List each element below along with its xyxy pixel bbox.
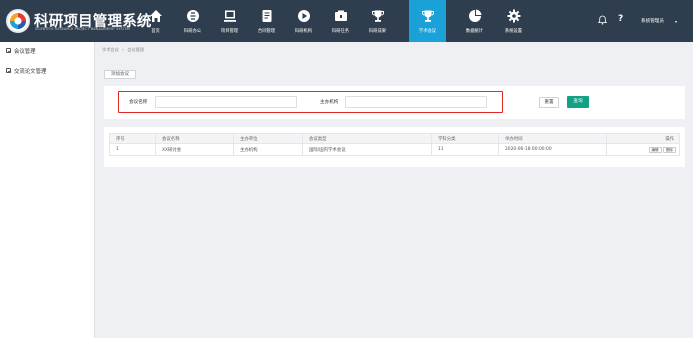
sidebar-item-label: 交流论文管理 (14, 68, 47, 75)
cell-meeting-name: XX研讨会 (155, 143, 234, 156)
academic-trophy-icon (421, 10, 434, 22)
help-icon[interactable]: ? (618, 14, 623, 24)
checkbox-icon (6, 68, 11, 73)
nav-item-academic[interactable]: 学术会议 (409, 0, 446, 42)
sidebar: 会议管理 交流论文管理 (0, 42, 95, 338)
sidebar-item-meeting-management[interactable]: 会议管理 (6, 46, 36, 55)
bell-icon[interactable] (598, 15, 607, 25)
nav-label: 系统设置 (504, 29, 523, 34)
edit-button[interactable]: 编辑 (648, 146, 662, 153)
nav-label: 学术会议 (418, 29, 437, 34)
nav-item-achievement[interactable]: 科研成果 (359, 0, 396, 42)
sidebar-item-label: 会议管理 (14, 48, 36, 55)
home-icon (149, 10, 162, 22)
project-icon (223, 10, 236, 22)
host-org-input[interactable] (345, 96, 487, 108)
nav-item-settings[interactable]: 系统设置 (495, 0, 532, 42)
column-header: 操作 (606, 133, 680, 144)
delete-button[interactable]: 删除 (663, 146, 676, 153)
trophy-icon (371, 10, 384, 22)
pie-chart-icon (468, 9, 481, 22)
column-header: 序号 (109, 133, 156, 144)
host-org-label: 主办机构 (320, 100, 339, 105)
reset-button[interactable]: 重置 (539, 97, 559, 108)
gear-icon (507, 9, 520, 23)
cell-time: 2020-06-18 00:00:00 (498, 143, 607, 156)
institution-icon (297, 10, 310, 22)
cell-index: 1 (109, 143, 156, 156)
table-header-row: 序号 会议名称 主办单位 会议类型 学科分类 举办时间 操作 (109, 133, 680, 144)
nav-item-office[interactable]: 科研办公 (174, 0, 211, 42)
nav-label: 合同管理 (257, 29, 276, 34)
sidebar-item-paper-management[interactable]: 交流论文管理 (6, 66, 46, 75)
top-navbar: 科研项目管理系统 SCIENTIFIC RESEARCH PROJECT MAN… (0, 0, 693, 42)
meeting-name-input[interactable] (155, 96, 297, 108)
nav-item-contract[interactable]: 合同管理 (248, 0, 285, 42)
nav-label: 首页 (151, 29, 160, 34)
nav-label: 数据统计 (465, 29, 484, 34)
cell-type: 国际/国内学术会议 (302, 143, 432, 156)
cell-subject: 11 (431, 143, 499, 156)
nav-label: 项目管理 (220, 29, 239, 34)
column-header: 主办单位 (233, 133, 303, 144)
breadcrumb: 学术会议» 会议管理 (102, 47, 144, 53)
user-menu[interactable]: 系统管理员 (641, 18, 664, 24)
chevron-down-icon[interactable]: ▾ (675, 19, 677, 24)
nav-label: 科研机构 (294, 29, 313, 34)
cell-actions: 编辑 删除 (606, 143, 680, 156)
column-header: 会议类型 (302, 133, 432, 144)
logo-icon (6, 9, 30, 33)
column-header: 学科分类 (431, 133, 499, 144)
task-icon (334, 10, 347, 21)
add-meeting-button[interactable]: 添加会议 (104, 70, 136, 79)
nav-label: 科研成果 (368, 29, 387, 34)
app-subtitle: SCIENTIFIC RESEARCH PROJECT MANAGEMENT S… (35, 27, 130, 31)
nav-item-statistics[interactable]: 数据统计 (456, 0, 493, 42)
meeting-table: 序号 会议名称 主办单位 会议类型 学科分类 举办时间 操作 1 XX研讨会 主… (109, 133, 680, 156)
nav-item-institution[interactable]: 科研机构 (285, 0, 322, 42)
nav-item-task[interactable]: 科研任务 (322, 0, 359, 42)
nav-label: 科研任务 (331, 29, 350, 34)
office-icon (186, 10, 199, 22)
nav-label: 科研办公 (183, 29, 202, 34)
cell-host: 主办机构 (233, 143, 303, 156)
contract-icon (262, 10, 271, 22)
table-row: 1 XX研讨会 主办机构 国际/国内学术会议 11 2020-06-18 00:… (109, 143, 680, 156)
breadcrumb-parent[interactable]: 学术会议 (102, 47, 119, 52)
checkbox-icon (6, 48, 11, 53)
breadcrumb-current: 会议管理 (127, 47, 145, 52)
column-header: 举办时间 (498, 133, 607, 144)
nav-item-home[interactable]: 首页 (137, 0, 174, 42)
query-button[interactable]: 查询 (567, 96, 589, 108)
nav-item-project[interactable]: 项目管理 (211, 0, 248, 42)
column-header: 会议名称 (155, 133, 234, 144)
breadcrumb-separator: » (121, 47, 125, 52)
meeting-name-label: 会议名称 (129, 100, 148, 105)
